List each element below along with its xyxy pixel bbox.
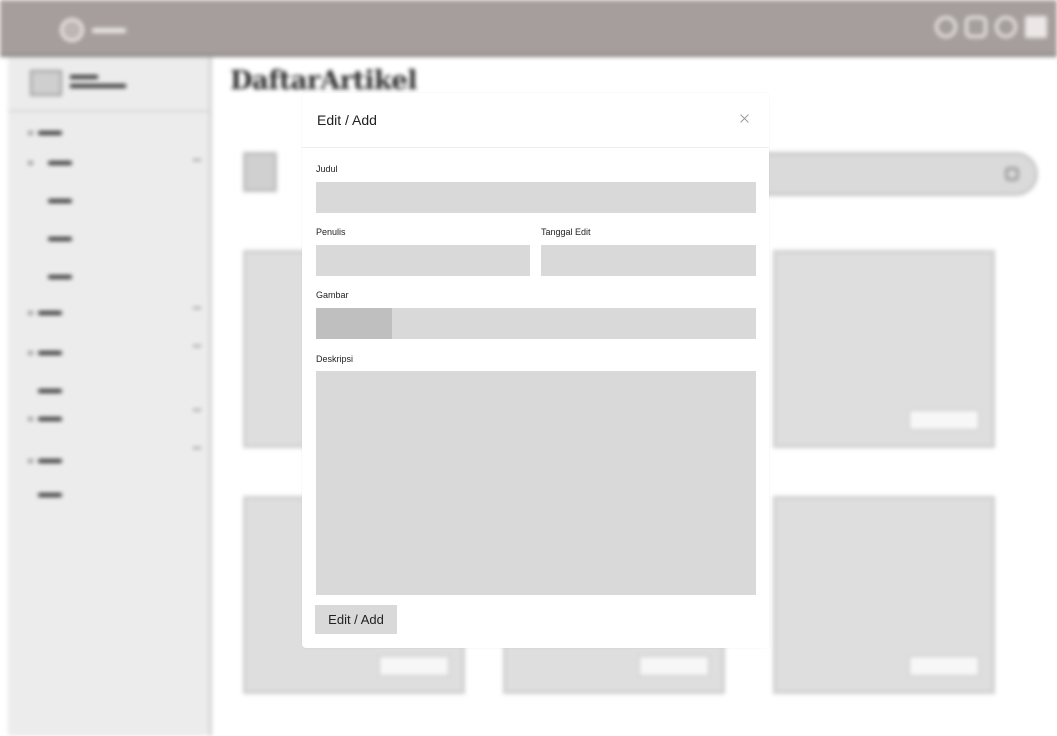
- chevron-down-icon[interactable]: [193, 343, 201, 347]
- chevron-down-icon[interactable]: [193, 305, 201, 309]
- judul-input[interactable]: [316, 182, 756, 213]
- sidebar-subitem[interactable]: [38, 389, 62, 393]
- card-button[interactable]: [638, 655, 710, 677]
- app-logo: [60, 17, 140, 43]
- sidebar-subitem[interactable]: [48, 237, 72, 241]
- judul-label: Judul: [316, 164, 338, 174]
- top-bar: [0, 0, 1057, 57]
- card-button[interactable]: [908, 409, 980, 431]
- sidebar-bullet-icon: [28, 351, 33, 355]
- logo-icon: [60, 18, 84, 42]
- sidebar-item[interactable]: [38, 351, 62, 355]
- modal-title: Edit / Add: [317, 112, 377, 128]
- tanggal-edit-label: Tanggal Edit: [541, 227, 591, 237]
- penulis-input[interactable]: [316, 245, 530, 276]
- user-icon[interactable]: [995, 16, 1017, 38]
- sidebar-item[interactable]: [38, 311, 62, 315]
- deskripsi-textarea[interactable]: [316, 371, 756, 595]
- sidebar-bullet-icon: [28, 417, 33, 421]
- sidebar-item[interactable]: [38, 417, 62, 421]
- edit-add-button[interactable]: Edit / Add: [315, 605, 397, 634]
- grid-icon[interactable]: [1025, 16, 1047, 38]
- page-title: DaftarArtikel: [230, 66, 417, 96]
- sidebar-subitem[interactable]: [48, 199, 72, 203]
- sidebar-item[interactable]: [48, 161, 72, 165]
- profile-name: [70, 75, 98, 79]
- chevron-down-icon[interactable]: [193, 445, 201, 449]
- choose-file-button[interactable]: [316, 308, 392, 339]
- close-icon[interactable]: [735, 109, 755, 129]
- sidebar: [8, 57, 212, 736]
- avatar: [30, 70, 62, 96]
- edit-add-modal: Edit / Add Judul Penulis Tanggal Edit Ga…: [302, 93, 769, 648]
- card-button[interactable]: [378, 655, 450, 677]
- chevron-down-icon[interactable]: [193, 157, 201, 161]
- sidebar-bullet-icon: [28, 311, 33, 315]
- profile-email: [70, 84, 126, 88]
- article-card[interactable]: [773, 250, 995, 448]
- search-icon[interactable]: [1005, 167, 1019, 181]
- sidebar-item[interactable]: [38, 131, 62, 135]
- sidebar-bullet-icon: [28, 131, 33, 135]
- sidebar-subitem[interactable]: [48, 275, 72, 279]
- logo-text: [92, 27, 126, 33]
- square-icon[interactable]: [965, 16, 987, 38]
- penulis-label: Penulis: [316, 227, 346, 237]
- tools-icon[interactable]: [935, 16, 957, 38]
- modal-header: Edit / Add: [302, 93, 769, 148]
- sidebar-item[interactable]: [38, 459, 62, 463]
- chevron-down-icon[interactable]: [193, 407, 201, 411]
- sidebar-bullet-icon: [28, 459, 33, 463]
- card-button[interactable]: [908, 655, 980, 677]
- sidebar-profile: [8, 57, 209, 112]
- gambar-label: Gambar: [316, 290, 349, 300]
- filter-button[interactable]: [243, 152, 277, 192]
- deskripsi-label: Deskripsi: [316, 354, 354, 364]
- tanggal-edit-input[interactable]: [541, 245, 756, 276]
- gambar-file-input[interactable]: [316, 308, 756, 339]
- sidebar-bullet-icon: [28, 161, 33, 165]
- sidebar-subitem[interactable]: [38, 493, 62, 497]
- top-bar-icons: [935, 16, 1047, 38]
- article-card[interactable]: [773, 496, 995, 694]
